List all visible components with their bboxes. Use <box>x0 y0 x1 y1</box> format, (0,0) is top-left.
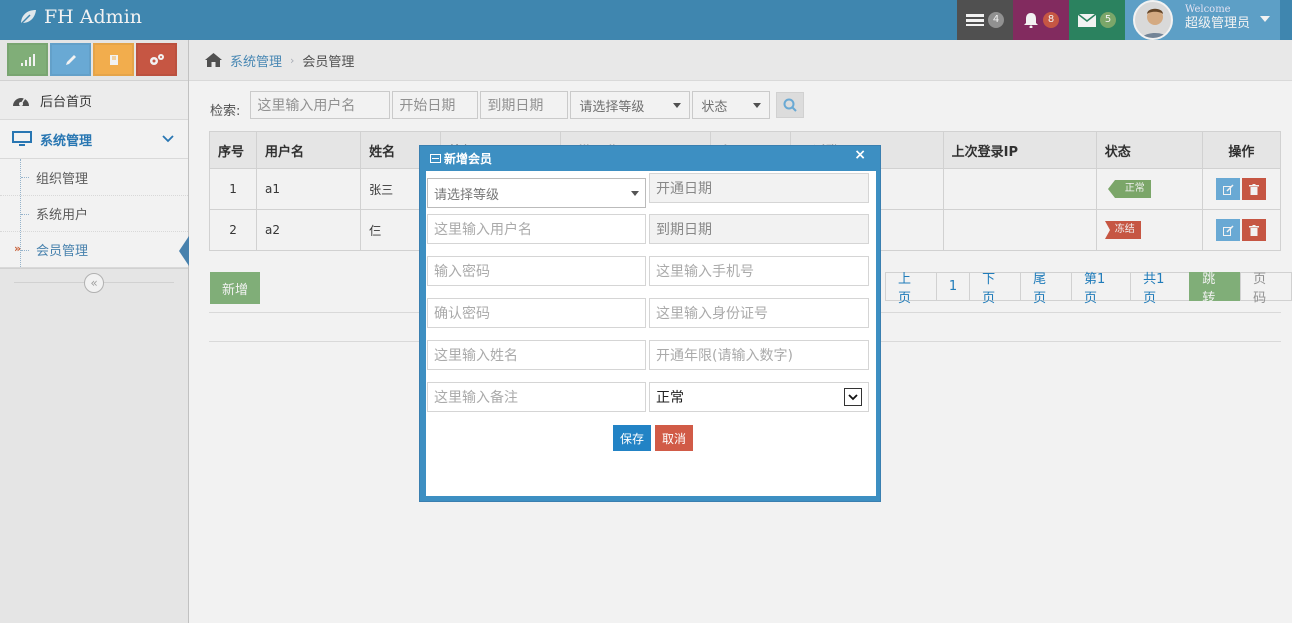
confirm-password-field[interactable]: 确认密码 <box>427 298 646 328</box>
username-field[interactable]: 这里输入用户名 <box>427 214 646 244</box>
add-member-dialog: 新增会员 × 请选择等级 开通日期 这里输入用户名 到期日期 输入密码 这里输入… <box>419 145 881 502</box>
dialog-header[interactable]: 新增会员 × <box>420 146 880 171</box>
phone-field[interactable]: 这里输入手机号 <box>649 256 869 286</box>
chevron-down-icon <box>844 388 862 406</box>
cancel-button[interactable]: 取消 <box>655 425 693 451</box>
dialog-body: 请选择等级 开通日期 这里输入用户名 到期日期 输入密码 这里输入手机号 确认密… <box>426 171 876 496</box>
status-select[interactable]: 正常 <box>649 382 869 412</box>
remark-field[interactable]: 这里输入备注 <box>427 382 646 412</box>
years-field[interactable]: 开通年限(请输入数字) <box>649 340 869 370</box>
open-date-field[interactable]: 开通日期 <box>649 173 869 203</box>
level-select[interactable]: 请选择等级 <box>427 178 646 208</box>
save-button[interactable]: 保存 <box>613 425 651 451</box>
window-icon <box>430 154 441 163</box>
password-field[interactable]: 输入密码 <box>427 256 646 286</box>
double-angle-right-icon: » <box>14 242 22 255</box>
close-icon[interactable]: × <box>854 147 866 163</box>
name-field[interactable]: 这里输入姓名 <box>427 340 646 370</box>
level-select-value: 请选择等级 <box>434 187 500 203</box>
idcard-field[interactable]: 这里输入身份证号 <box>649 298 869 328</box>
caret-down-icon <box>631 190 639 196</box>
expire-date-field[interactable]: 到期日期 <box>649 214 869 244</box>
dialog-title: 新增会员 <box>444 152 493 166</box>
status-select-value: 正常 <box>656 390 684 406</box>
